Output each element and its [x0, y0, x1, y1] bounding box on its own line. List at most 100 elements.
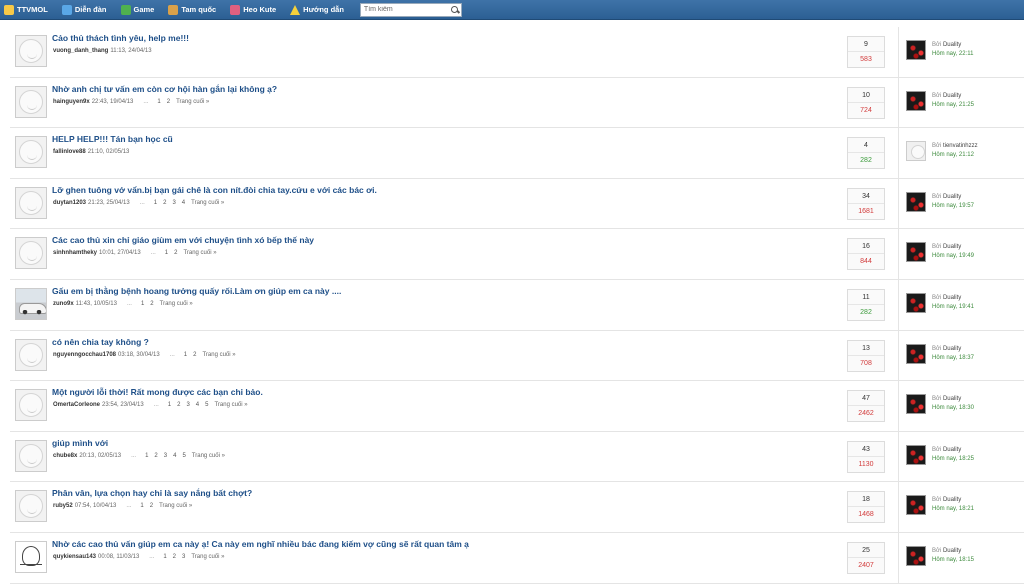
pager-page[interactable]: 1 — [168, 402, 171, 408]
thread-title-link[interactable]: HELP HELP!!! Tán bạn học cũ — [52, 134, 173, 144]
pager-page[interactable]: 2 — [150, 301, 153, 307]
last-poster-avatar[interactable] — [906, 191, 926, 212]
thread-title-link[interactable]: Lỡ ghen tuông vớ vẩn.bị bạn gái chê là c… — [52, 185, 377, 195]
thread-avatar[interactable] — [15, 490, 47, 523]
thread-avatar[interactable] — [15, 85, 47, 118]
last-poster-avatar[interactable] — [906, 242, 926, 263]
thread-author-link[interactable]: sinhnhamtheky — [53, 250, 97, 256]
thread-title-link[interactable]: Phân vân, lựa chọn hay chỉ là say nắng b… — [52, 488, 252, 498]
nav-item-2[interactable]: Game — [120, 4, 154, 15]
thread-title-link[interactable]: Gấu em bị thằng bệnh hoang tưởng quấy rố… — [52, 286, 341, 296]
last-poster-avatar[interactable] — [906, 444, 926, 465]
thread-author-link[interactable]: OmertaCorleone — [53, 402, 100, 408]
thread-title-link[interactable]: Nhờ các cao thủ vấn giúp em ca này ạ! Ca… — [52, 539, 469, 549]
last-poster-link[interactable]: Duality — [943, 447, 961, 453]
last-poster-avatar[interactable] — [906, 394, 926, 415]
thread-author-link[interactable]: nguyenngocchau1708 — [53, 352, 116, 358]
last-poster-link[interactable]: Duality — [943, 396, 961, 402]
last-poster-link[interactable]: Duality — [943, 194, 961, 200]
search-icon[interactable] — [449, 4, 461, 16]
thread-author-link[interactable]: duytan1203 — [53, 200, 86, 206]
pager-page[interactable]: 2 — [177, 402, 180, 408]
last-poster-link[interactable]: Duality — [943, 346, 961, 352]
last-poster-link[interactable]: Duality — [943, 497, 961, 503]
thread-avatar[interactable] — [15, 389, 47, 422]
thread-avatar[interactable] — [15, 338, 47, 371]
thread-title-link[interactable]: có nên chia tay không ? — [52, 337, 149, 347]
pager-page[interactable]: 3 — [172, 200, 175, 206]
pager-page[interactable]: 2 — [174, 250, 177, 256]
pager-page[interactable]: 2 — [154, 453, 157, 459]
pager-page[interactable]: 4 — [173, 453, 176, 459]
pager-page[interactable]: 1 — [141, 301, 144, 307]
last-poster-link[interactable]: Duality — [943, 295, 961, 301]
thread-avatar[interactable] — [15, 287, 47, 320]
last-poster-avatar[interactable] — [906, 90, 926, 111]
pager-page[interactable]: 2 — [193, 352, 196, 358]
pager-page[interactable]: 1 — [165, 250, 168, 256]
reply-count: 4 — [848, 138, 884, 154]
thread-author-link[interactable]: zuno9x — [53, 301, 74, 307]
pager-page[interactable]: 5 — [205, 402, 208, 408]
pager-page[interactable]: 1 — [145, 453, 148, 459]
pager-page[interactable]: 1 — [154, 200, 157, 206]
thread-avatar[interactable] — [15, 439, 47, 472]
thread-row: có nên chia tay không ? nguyenngocchau170… — [10, 330, 1024, 382]
pager-page[interactable]: 3 — [182, 554, 185, 560]
last-poster-avatar[interactable] — [906, 292, 926, 313]
pager-page[interactable]: 3 — [164, 453, 167, 459]
pager-last-link[interactable]: Trang cuối » — [176, 99, 209, 105]
thread-avatar[interactable] — [15, 35, 47, 67]
pager-page[interactable]: 1 — [184, 352, 187, 358]
last-poster-link[interactable]: Duality — [943, 42, 961, 48]
pager-last-link[interactable]: Trang cuối » — [192, 453, 225, 459]
pager-page[interactable]: 4 — [196, 402, 199, 408]
nav-item-5[interactable]: Hướng dẫn — [290, 4, 344, 15]
thread-avatar[interactable] — [15, 136, 47, 169]
thread-author-link[interactable]: ruby52 — [53, 503, 73, 509]
nav-item-3[interactable]: Tam quốc — [168, 4, 216, 15]
thread-title-link[interactable]: Cảo thủ thách tình yêu, help me!!! — [52, 33, 189, 43]
pager-last-link[interactable]: Trang cuối » — [191, 554, 224, 560]
nav-item-1[interactable]: Diễn đàn — [61, 4, 107, 15]
pager-page[interactable]: 2 — [150, 503, 153, 509]
thread-avatar[interactable] — [15, 186, 47, 219]
pager-page[interactable]: 1 — [163, 554, 166, 560]
last-poster-link[interactable]: Duality — [943, 548, 961, 554]
pager-page[interactable]: 1 — [140, 503, 143, 509]
thread-author-link[interactable]: vuong_danh_thang — [53, 48, 108, 54]
pager-last-link[interactable]: Trang cuối » — [214, 402, 247, 408]
thread-author-link[interactable]: quykiensau143 — [53, 554, 96, 560]
thread-title-link[interactable]: giúp mình với — [52, 438, 108, 448]
thread-title-link[interactable]: Một người lỗi thời! Rất mong được các bạ… — [52, 387, 263, 397]
last-poster-link[interactable]: Duality — [943, 244, 961, 250]
pager-last-link[interactable]: Trang cuối » — [159, 503, 192, 509]
thread-author-link[interactable]: chube8x — [53, 453, 77, 459]
last-poster-link[interactable]: tienvatinhzzz — [943, 143, 978, 149]
thread-avatar[interactable] — [15, 540, 47, 573]
search-input[interactable] — [360, 3, 449, 16]
pager-page[interactable]: 4 — [182, 200, 185, 206]
last-poster-avatar[interactable] — [906, 495, 926, 516]
pager-last-link[interactable]: Trang cuối » — [183, 250, 216, 256]
pager-page[interactable]: 2 — [163, 200, 166, 206]
nav-item-0[interactable]: TTVMOL — [4, 4, 48, 15]
pager-last-link[interactable]: Trang cuối » — [160, 301, 193, 307]
nav-item-4[interactable]: Heo Kute — [230, 4, 276, 15]
pager-last-link[interactable]: Trang cuối » — [191, 200, 224, 206]
last-poster-avatar[interactable] — [906, 40, 926, 60]
last-poster-link[interactable]: Duality — [943, 93, 961, 99]
thread-author-link[interactable]: fallinlove88 — [53, 149, 86, 155]
pager-page[interactable]: 2 — [167, 99, 170, 105]
thread-author-link[interactable]: hainguyen9x — [53, 99, 90, 105]
thread-avatar[interactable] — [15, 237, 47, 270]
pager-page[interactable]: 1 — [157, 99, 160, 105]
thread-title-link[interactable]: Các cao thủ xin chỉ giáo giùm em với chu… — [52, 235, 314, 245]
pager-last-link[interactable]: Trang cuối » — [202, 352, 235, 358]
last-poster-avatar[interactable] — [906, 141, 926, 162]
thread-title-link[interactable]: Nhờ anh chị tư vấn em còn cơ hội hàn gắn… — [52, 84, 277, 94]
pager-page[interactable]: 2 — [173, 554, 176, 560]
pager-page[interactable]: 3 — [186, 402, 189, 408]
last-poster-avatar[interactable] — [906, 343, 926, 364]
pager-page[interactable]: 5 — [182, 453, 185, 459]
